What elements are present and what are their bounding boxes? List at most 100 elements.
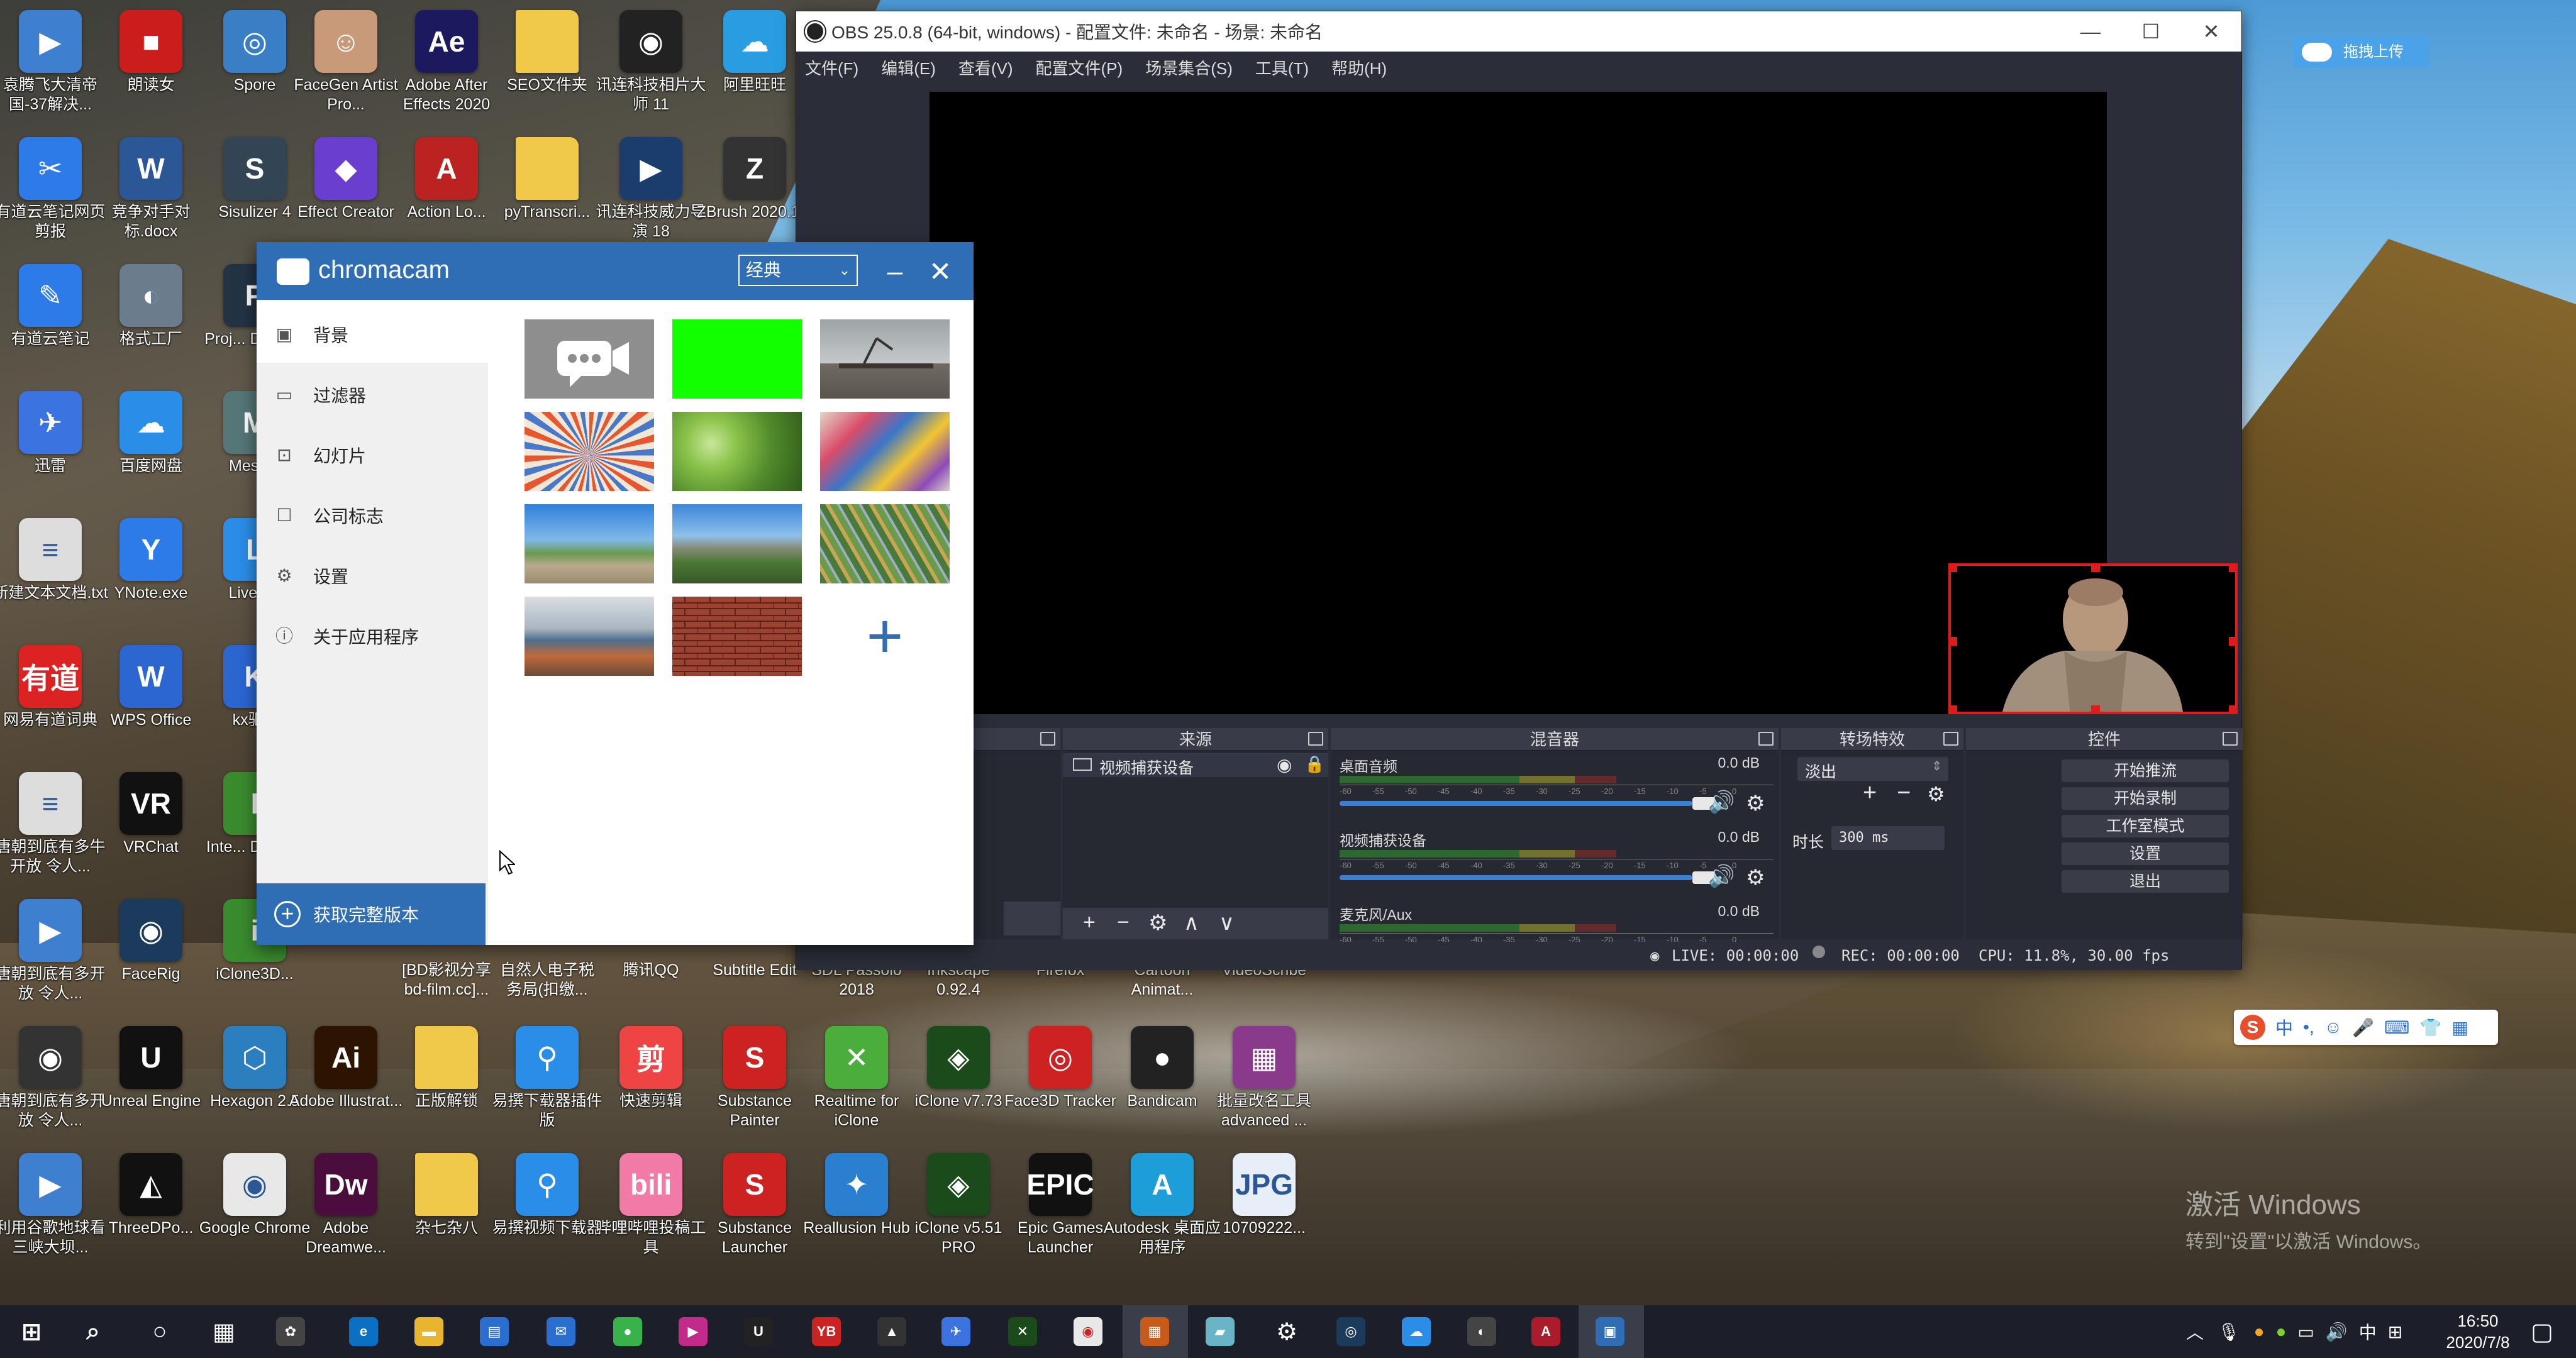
- resize-handle[interactable]: [1951, 637, 1957, 646]
- exit-button[interactable]: 退出: [2062, 870, 2229, 893]
- chromacam-header[interactable]: chromacam 经典 ⌄ – ✕: [257, 242, 974, 300]
- unreal-icon[interactable]: U: [740, 1313, 777, 1350]
- ime-toolbar[interactable]: S 中 •, ☺ 🎤 ⌨ 👕 ▦: [2234, 1010, 2498, 1045]
- background-thumb-office-interior[interactable]: [525, 597, 654, 676]
- desktop-icon[interactable]: ◉ 讯连科技相片大师 11: [591, 5, 711, 124]
- webcam-source-bounding-box[interactable]: [1948, 563, 2238, 714]
- desktop-icon[interactable]: VR VRChat: [91, 767, 211, 886]
- mail-icon[interactable]: ✉: [542, 1313, 580, 1350]
- resize-handle[interactable]: [1951, 566, 1957, 572]
- background-thumb-chromacam-logo[interactable]: [525, 319, 654, 399]
- start-recording-button[interactable]: 开始录制: [2062, 787, 2229, 810]
- remove-icon[interactable]: −: [1117, 910, 1130, 935]
- desktop-icon[interactable]: SEO文件夹: [487, 5, 607, 124]
- app-icon[interactable]: ▰: [1201, 1313, 1239, 1350]
- obs-titlebar[interactable]: OBS 25.0.8 (64-bit, windows) - 配置文件: 未命名…: [796, 11, 2241, 52]
- dock-float-icon[interactable]: [1943, 732, 1958, 746]
- sidebar-item-settings[interactable]: ⚙ 设置: [257, 548, 488, 604]
- tray-app-icon[interactable]: ●: [2254, 1322, 2265, 1342]
- desktop-icon[interactable]: 剪快速剪辑: [591, 1021, 711, 1140]
- background-thumb-palm-street[interactable]: [525, 504, 654, 583]
- notifications-icon[interactable]: ▢: [2531, 1318, 2553, 1346]
- gear-icon[interactable]: ⚙: [1746, 791, 1765, 816]
- obs-window[interactable]: OBS 25.0.8 (64-bit, windows) - 配置文件: 未命名…: [796, 11, 2243, 970]
- menu-profile[interactable]: 配置文件(P): [1036, 56, 1123, 79]
- background-thumb-office-desk[interactable]: [820, 319, 950, 399]
- skin-icon[interactable]: 👕: [2420, 1017, 2442, 1038]
- obs-preview-canvas[interactable]: [930, 92, 2238, 714]
- baidu-netdisk-icon[interactable]: ☁: [1397, 1313, 1435, 1350]
- get-full-version-button[interactable]: + 获取完整版本: [257, 883, 486, 945]
- desktop-icon[interactable]: bili 哔哩哔哩投稿工具: [591, 1148, 711, 1267]
- background-thumb-palm-leaves[interactable]: [820, 504, 950, 583]
- microphone-icon[interactable]: 🎤: [2352, 1017, 2374, 1038]
- menu-file[interactable]: 文件(F): [805, 56, 858, 79]
- sidebar-item-filters[interactable]: ▭ 过滤器: [257, 367, 488, 423]
- desktop-icon[interactable]: ▦ 批量改名工具 advanced ...: [1204, 1021, 1324, 1140]
- tray-language[interactable]: 中: [2359, 1319, 2377, 1344]
- transition-select[interactable]: 淡出 ⇕: [1797, 757, 1948, 781]
- emoji-icon[interactable]: ☺: [2324, 1017, 2343, 1037]
- desktop-icon[interactable]: U Unreal Engine: [91, 1021, 211, 1140]
- settings-button[interactable]: 设置: [2062, 842, 2229, 865]
- app-icon[interactable]: ▲: [873, 1313, 911, 1350]
- app-icon[interactable]: ▦: [1136, 1313, 1174, 1350]
- background-thumb-green-screen[interactable]: [672, 319, 802, 399]
- app-icon[interactable]: ✿: [272, 1313, 309, 1350]
- eye-icon[interactable]: ◉: [1277, 754, 1292, 775]
- desktop-icon[interactable]: ◭ ThreeDPo...: [91, 1148, 211, 1267]
- desktop-icon[interactable]: Y YNote.exe: [91, 513, 211, 632]
- volume-icon[interactable]: 🔊: [2326, 1322, 2348, 1342]
- steam-icon[interactable]: ◎: [1332, 1313, 1370, 1350]
- menu-edit[interactable]: 编辑(E): [881, 56, 936, 79]
- sidebar-item-about[interactable]: ⓘ 关于应用程序: [257, 608, 488, 665]
- task-view-icon[interactable]: ▦: [205, 1313, 243, 1350]
- file-explorer-icon[interactable]: ▬: [410, 1313, 448, 1350]
- cortana-icon[interactable]: ○: [141, 1313, 179, 1350]
- desktop-icon[interactable]: pyTranscri...: [487, 132, 607, 251]
- drag-upload-widget[interactable]: 拖拽上传: [2293, 36, 2429, 68]
- resize-handle[interactable]: [2229, 637, 2235, 646]
- resize-handle[interactable]: [1951, 705, 1957, 712]
- desktop-icon[interactable]: W WPS Office: [91, 640, 211, 759]
- menu-view[interactable]: 查看(V): [958, 56, 1013, 79]
- resize-handle[interactable]: [2229, 705, 2235, 712]
- source-row-video-capture[interactable]: 视频捕获设备 ◉ 🔒: [1063, 753, 1328, 777]
- resize-handle[interactable]: [2229, 566, 2235, 572]
- minimize-icon[interactable]: –: [879, 256, 911, 287]
- app-icon[interactable]: ●: [609, 1313, 647, 1350]
- gear-icon[interactable]: ⚙: [1268, 1313, 1306, 1350]
- lock-icon[interactable]: 🔒: [1304, 754, 1324, 774]
- microphone-icon[interactable]: 🎙: [2218, 1322, 2240, 1342]
- ime-mode-icon[interactable]: ⊞: [2388, 1322, 2402, 1342]
- desktop-icon[interactable]: ⚲ 易撰下载器插件版: [487, 1021, 607, 1140]
- desktop-icon-label[interactable]: Subtitle Edit: [701, 961, 808, 980]
- chromacam-icon[interactable]: ▣: [1591, 1313, 1629, 1350]
- keyboard-icon[interactable]: ⌨: [2384, 1017, 2409, 1038]
- desktop-icon[interactable]: ◉ FaceRig: [91, 894, 211, 1013]
- app-icon[interactable]: ✕: [1004, 1313, 1041, 1350]
- app-icon[interactable]: YB: [808, 1313, 845, 1350]
- punctuation-icon[interactable]: •,: [2303, 1017, 2314, 1037]
- chrome-icon[interactable]: ◉: [1069, 1313, 1107, 1350]
- studio-mode-button[interactable]: 工作室模式: [2062, 815, 2229, 837]
- desktop-icon[interactable]: ◐ 格式工厂: [91, 259, 211, 378]
- gear-icon[interactable]: ⚙: [1746, 865, 1765, 890]
- chevron-up-icon[interactable]: ︿: [2186, 1319, 2204, 1344]
- tray-app-icon[interactable]: ●: [2275, 1322, 2286, 1342]
- network-icon[interactable]: ▭: [2297, 1322, 2314, 1342]
- volume-slider-fill[interactable]: [1340, 875, 1692, 880]
- dock-float-icon[interactable]: [1040, 732, 1055, 746]
- move-down-icon[interactable]: ∨: [1219, 910, 1235, 936]
- desktop-icon[interactable]: ☁ 百度网盘: [91, 386, 211, 505]
- volume-slider-fill[interactable]: [1340, 801, 1692, 806]
- edge-icon[interactable]: e: [345, 1313, 382, 1350]
- gear-icon[interactable]: ⚙: [1148, 910, 1167, 936]
- background-thumb-brick-wall[interactable]: [672, 597, 802, 676]
- menu-tools[interactable]: 工具(T): [1255, 56, 1309, 79]
- app-icon[interactable]: A: [1527, 1313, 1565, 1350]
- chromacam-window[interactable]: chromacam 经典 ⌄ – ✕ ▣ 背景 ▭ 过滤器 ⊡ 幻灯片 ☐ 公司…: [257, 242, 974, 945]
- menu-help[interactable]: 帮助(H): [1331, 56, 1387, 79]
- desktop-icon[interactable]: ⚲ 易撰视频下载器: [487, 1148, 607, 1267]
- mode-select[interactable]: 经典 ⌄: [738, 255, 858, 286]
